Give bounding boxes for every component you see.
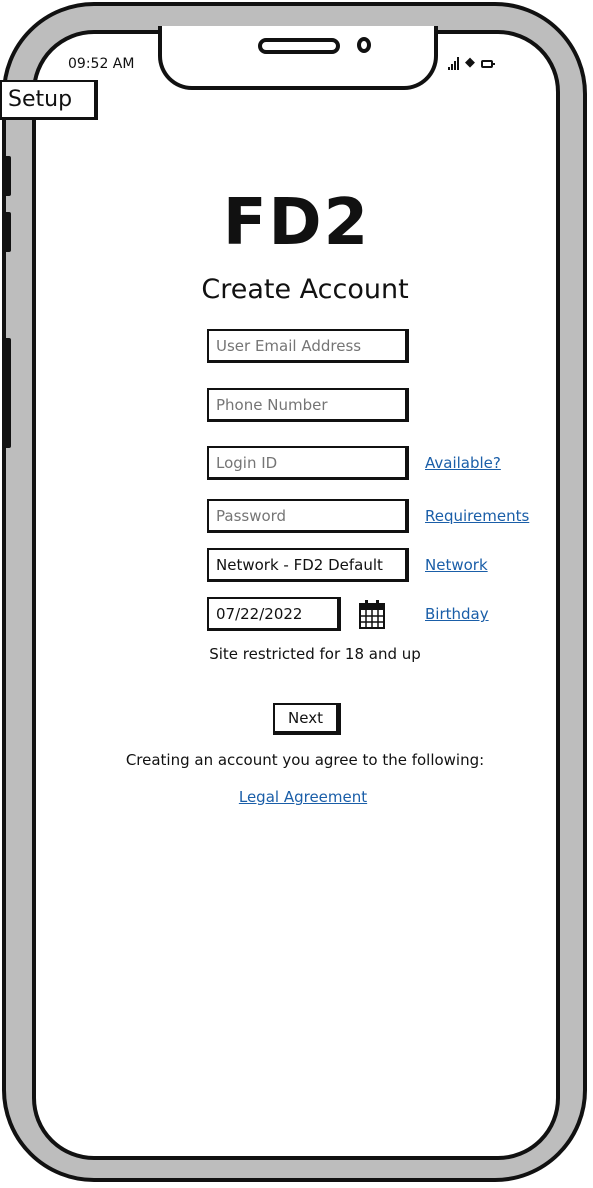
volume-down-button — [3, 338, 11, 448]
camera-icon — [357, 37, 371, 53]
page-title: Create Account — [201, 274, 409, 305]
wifi-icon: ◆ — [465, 55, 475, 70]
app-screen: 09:52 AM ◆ Setup FD2 Create Account Avai… — [0, 0, 593, 1188]
birthday-field[interactable] — [207, 597, 341, 631]
status-icons: ◆ — [448, 54, 495, 70]
battery-icon — [481, 60, 495, 68]
password-requirements-link[interactable]: Requirements — [425, 507, 529, 525]
signal-icon — [448, 56, 459, 70]
setup-tab[interactable]: Setup — [0, 80, 98, 120]
email-field[interactable] — [207, 329, 409, 363]
legal-agreement-link[interactable]: Legal Agreement — [0, 788, 593, 806]
login-id-field[interactable] — [207, 446, 409, 480]
agreement-note: Creating an account you agree to the fol… — [125, 751, 485, 769]
app-logo-title: FD2 — [222, 186, 371, 260]
network-link[interactable]: Network — [425, 556, 488, 574]
password-field[interactable] — [207, 499, 409, 533]
status-time: 09:52 AM — [68, 56, 135, 72]
age-restriction-note: Site restricted for 18 and up — [209, 645, 421, 663]
calendar-icon[interactable] — [358, 598, 386, 630]
phone-notch — [158, 26, 438, 90]
next-button[interactable]: Next — [273, 703, 341, 735]
birthday-link[interactable]: Birthday — [425, 605, 489, 623]
availability-link[interactable]: Available? — [425, 454, 501, 472]
phone-field[interactable] — [207, 388, 409, 422]
speaker-icon — [258, 38, 340, 54]
network-field[interactable] — [207, 548, 409, 582]
